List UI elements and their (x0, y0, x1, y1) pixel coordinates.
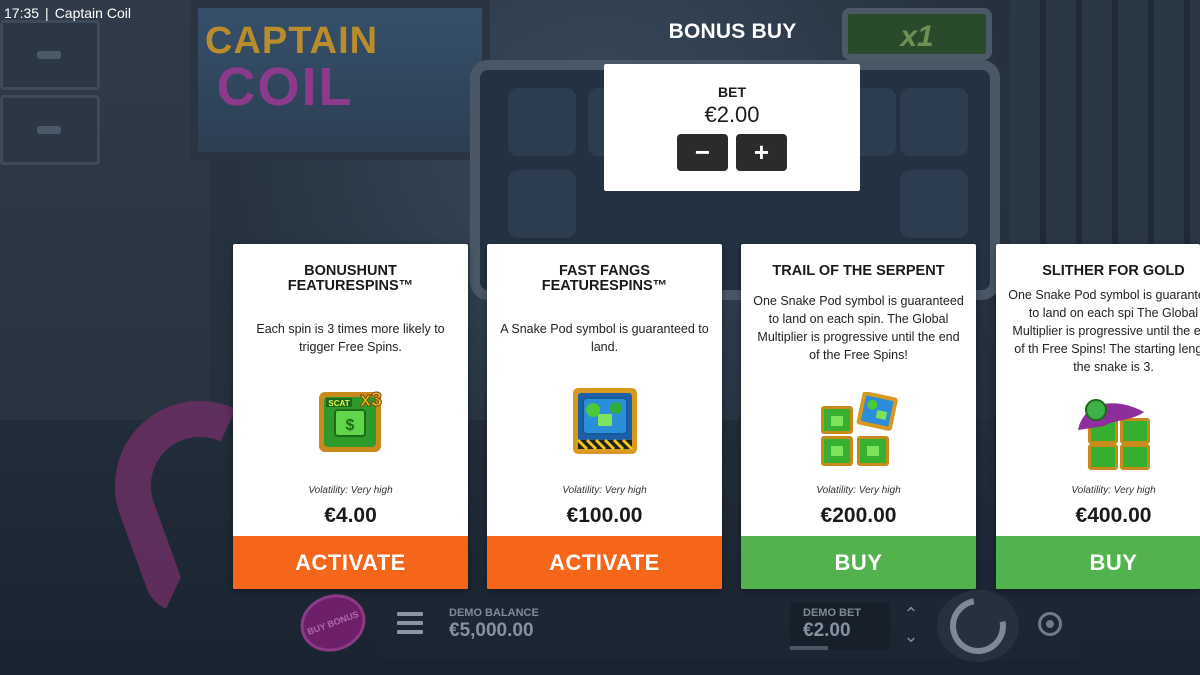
logo-line2: COIL (216, 57, 354, 117)
buy-button[interactable]: BUY (996, 536, 1200, 589)
demo-bet-value: €2.00 (803, 620, 851, 641)
card-description: A Snake Pod symbol is guaranteed to land… (500, 322, 709, 354)
card-volatility: Volatility: Very high (816, 485, 901, 496)
card-price: €400.00 (1075, 504, 1152, 527)
demo-bet-label: DEMO BET (803, 607, 862, 619)
feature-card-slither-for-gold: SLITHER FOR GOLD One Snake Pod symbol is… (996, 244, 1200, 589)
svg-text:SCAT: SCAT (328, 399, 349, 408)
menu-icon[interactable] (397, 612, 423, 636)
card-description: Each spin is 3 times more likely to trig… (256, 322, 445, 354)
scatter-x3-icon: $ SCAT x3 (313, 382, 389, 463)
decrease-bet-button[interactable]: − (677, 134, 728, 171)
card-description: One Snake Pod symbol is guaranteed to la… (996, 286, 1200, 376)
modal-title: BONUS BUY (668, 20, 797, 43)
separator: | (45, 5, 49, 21)
feature-card-bonushunt: BONUSHUNT FEATURESPINS™ Each spin is 3 t… (233, 244, 468, 589)
snake-pod-icon (569, 384, 641, 463)
demo-bet-indicator (790, 646, 828, 650)
background-bars (1010, 0, 1200, 260)
demo-balance-label: DEMO BALANCE (449, 607, 539, 619)
scatter-pods-icon (819, 391, 899, 473)
spin-button[interactable] (937, 587, 1019, 665)
card-description: One Snake Pod symbol is guaranteed to la… (753, 294, 964, 362)
drawer (0, 20, 100, 90)
increase-bet-button[interactable]: + (736, 134, 787, 171)
svg-text:x3: x3 (359, 389, 381, 411)
card-title: SLITHER FOR GOLD (1042, 263, 1185, 279)
feature-card-fast-fangs: FAST FANGS FEATURESPINS™ A Snake Pod sym… (487, 244, 722, 589)
card-price: €4.00 (324, 504, 377, 527)
svg-text:$: $ (345, 417, 354, 434)
bet-label: BET (718, 84, 746, 100)
buy-button[interactable]: BUY (741, 536, 976, 589)
logo-line1: CAPTAIN (205, 20, 379, 62)
card-title: TRAIL OF THE SERPENT (772, 263, 945, 279)
activate-button[interactable]: ACTIVATE (487, 536, 722, 589)
multiplier-value: x1 (900, 20, 934, 53)
chevron-up-icon[interactable]: ⌃ (900, 604, 922, 624)
card-volatility: Volatility: Very high (308, 485, 393, 496)
card-volatility: Volatility: Very high (1071, 485, 1156, 496)
feature-card-trail-of-the-serpent: TRAIL OF THE SERPENT One Snake Pod symbo… (741, 244, 976, 589)
demo-balance-value: €5,000.00 (449, 620, 534, 641)
card-title: FAST FANGS FEATURESPINS™ (541, 263, 668, 294)
clock: 17:35 (4, 5, 40, 21)
game-logo: CAPTAIN COIL (205, 20, 379, 117)
bet-panel: BET €2.00 − + (604, 64, 860, 191)
snake-scatters-icon (1074, 396, 1154, 477)
card-title: BONUSHUNT FEATURESPINS™ (287, 263, 414, 294)
status-bar: 17:35 | Captain Coil (4, 5, 131, 21)
bet-stepper: − + (677, 134, 787, 171)
card-price: €100.00 (566, 504, 643, 527)
card-description-text: One Snake Pod symbol is guaranteed to la… (1008, 288, 1200, 374)
activate-button[interactable]: ACTIVATE (233, 536, 468, 589)
card-volatility: Volatility: Very high (562, 485, 647, 496)
chevron-down-icon[interactable]: ⌄ (900, 626, 922, 646)
autoplay-icon[interactable] (1038, 612, 1062, 636)
bet-value: €2.00 (704, 102, 760, 127)
drawer (0, 95, 100, 165)
app-name: Captain Coil (54, 5, 131, 21)
card-price: €200.00 (820, 504, 897, 527)
